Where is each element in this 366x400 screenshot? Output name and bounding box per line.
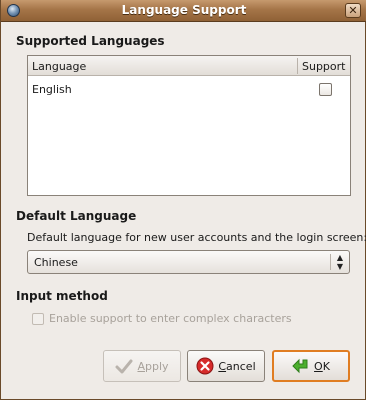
ok-label: OK xyxy=(314,359,330,373)
combo-arrows-icon: ▲ ▼ xyxy=(336,253,344,271)
languages-table[interactable]: Language Support English xyxy=(27,55,351,196)
cancel-label: Cancel xyxy=(218,359,256,373)
support-checkbox[interactable] xyxy=(319,83,332,96)
selected-language: Chinese xyxy=(34,256,78,269)
dialog-window: Language Support ✕ Supported Languages L… xyxy=(0,0,366,400)
window-title: Language Support xyxy=(121,3,247,17)
input-method-heading: Input method xyxy=(16,289,108,303)
combo-divider xyxy=(330,254,331,270)
checkmark-icon xyxy=(115,359,133,374)
column-header-support[interactable]: Support xyxy=(302,60,345,73)
ok-arrow-icon xyxy=(292,358,308,374)
default-language-description: Default language for new user accounts a… xyxy=(27,231,366,244)
title-bar[interactable]: Language Support ✕ xyxy=(1,0,366,22)
close-button[interactable]: ✕ xyxy=(345,3,361,18)
apply-button[interactable]: Apply xyxy=(103,350,181,382)
column-divider xyxy=(297,58,298,74)
default-language-select[interactable]: Chinese ▲ ▼ xyxy=(27,250,350,274)
default-language-heading: Default Language xyxy=(16,209,137,223)
complex-characters-checkbox[interactable] xyxy=(32,313,44,325)
cancel-button[interactable]: Cancel xyxy=(187,350,265,382)
complex-characters-label: Enable support to enter complex characte… xyxy=(49,312,292,325)
close-icon: ✕ xyxy=(348,4,358,17)
ok-button[interactable]: OK xyxy=(272,350,350,382)
column-header-language[interactable]: Language xyxy=(32,60,86,73)
language-name: English xyxy=(32,83,72,96)
cancel-icon xyxy=(196,357,214,375)
table-header: Language Support xyxy=(28,56,350,76)
apply-label: Apply xyxy=(137,359,169,373)
table-row[interactable]: English xyxy=(28,80,350,100)
supported-languages-heading: Supported Languages xyxy=(16,34,165,48)
